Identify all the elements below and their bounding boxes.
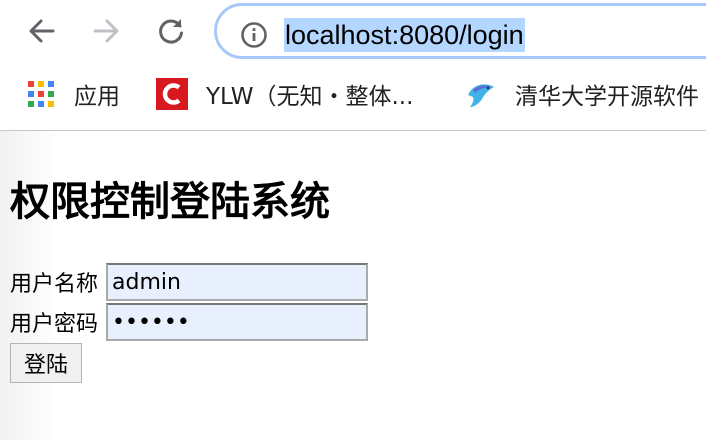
url-text[interactable]: localhost:8080/login [284, 18, 525, 52]
address-bar[interactable]: localhost:8080/login [214, 3, 706, 59]
forward-button[interactable] [86, 11, 126, 51]
username-label: 用户名称 [10, 272, 99, 297]
reload-button[interactable] [151, 11, 191, 51]
arrow-left-icon [29, 19, 55, 43]
back-button[interactable] [22, 11, 62, 51]
login-button[interactable]: 登陆 [10, 343, 82, 383]
bookmark-label: 应用 [74, 84, 120, 110]
info-icon[interactable] [240, 21, 268, 49]
bookmark-label: YLW（无知・整体... [206, 84, 414, 110]
bookmark-apps[interactable]: 应用 [28, 78, 120, 110]
bookmark-label: 清华大学开源软件 [515, 84, 699, 110]
address-bar-field: localhost:8080/login [220, 9, 706, 53]
bookmark-ylw[interactable]: YLW（无知・整体... [156, 78, 413, 110]
username-row: 用户名称 [10, 263, 368, 301]
password-input[interactable] [106, 303, 368, 341]
username-input[interactable] [106, 263, 368, 301]
page-title: 权限控制登陆系统 [10, 179, 330, 225]
ylw-logo-icon [156, 78, 188, 110]
password-label: 用户密码 [10, 312, 99, 337]
bookmarks-bar: 应用 YLW（无知・整体... 清华大学开源软件 [0, 64, 706, 131]
apps-grid-icon [28, 81, 54, 107]
browser-toolbar: localhost:8080/login [0, 0, 706, 64]
password-row: 用户密码 [10, 303, 368, 341]
tuna-logo-icon [468, 84, 494, 107]
arrow-right-icon [93, 19, 119, 43]
reload-icon [159, 19, 183, 44]
page-content: 权限控制登陆系统 用户名称 用户密码 登陆 [0, 131, 706, 440]
bookmark-tsinghua-mirror[interactable]: 清华大学开源软件 [465, 78, 699, 110]
